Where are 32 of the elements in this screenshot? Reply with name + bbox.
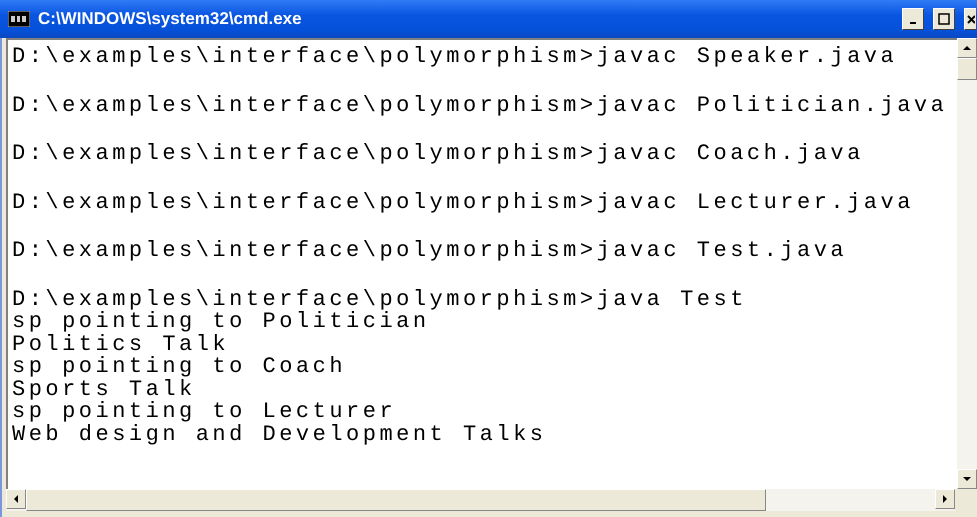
console-line: D:\examples\interface\polymorphism>javac Test.java [12, 240, 848, 262]
console-line: D:\examples\interface\polymorphism>javac Speaker.java [12, 46, 898, 68]
console-line: Sports Talk [12, 378, 197, 401]
console-line: D:\examples\interface\polymorphism>javac Coach.java [12, 143, 865, 166]
close-button[interactable] [964, 8, 976, 30]
minimize-icon [910, 22, 916, 24]
down-arrow-icon [963, 475, 971, 483]
console-line: D:\examples\interface\polymorphism>javac Lecturer.java [12, 192, 915, 214]
close-icon [966, 14, 974, 24]
right-arrow-icon [941, 495, 949, 503]
window-title: C:\WINDOWS\system32\cmd.exe [38, 9, 303, 29]
console-line: D:\examples\interface\polymorphism>java Test [12, 288, 748, 311]
console-line: sp pointing to Lecturer [12, 401, 398, 424]
scroll-thumb[interactable] [957, 58, 977, 80]
console-line: sp pointing to Politician [12, 311, 430, 334]
console-line: sp pointing to Coach [12, 356, 348, 378]
up-arrow-icon [963, 44, 971, 52]
maximize-icon [938, 13, 950, 25]
scroll-right-button[interactable] [935, 489, 955, 509]
scroll-down-button[interactable] [957, 469, 977, 489]
left-arrow-icon [12, 495, 20, 503]
console-line: Web design and Development Talks [12, 424, 548, 446]
minimize-button[interactable] [902, 8, 924, 30]
vertical-scrollbar[interactable] [957, 38, 977, 489]
console-line: D:\examples\interface\polymorphism>javac Politician.java [12, 94, 948, 117]
scroll-up-button[interactable] [957, 38, 977, 58]
horizontal-scrollbar[interactable] [6, 489, 955, 511]
scroll-thumb[interactable] [26, 489, 766, 511]
console-line: Politics Talk [12, 334, 230, 356]
console-icon [8, 11, 30, 27]
scroll-left-button[interactable] [6, 489, 26, 509]
maximize-button[interactable] [933, 8, 955, 30]
